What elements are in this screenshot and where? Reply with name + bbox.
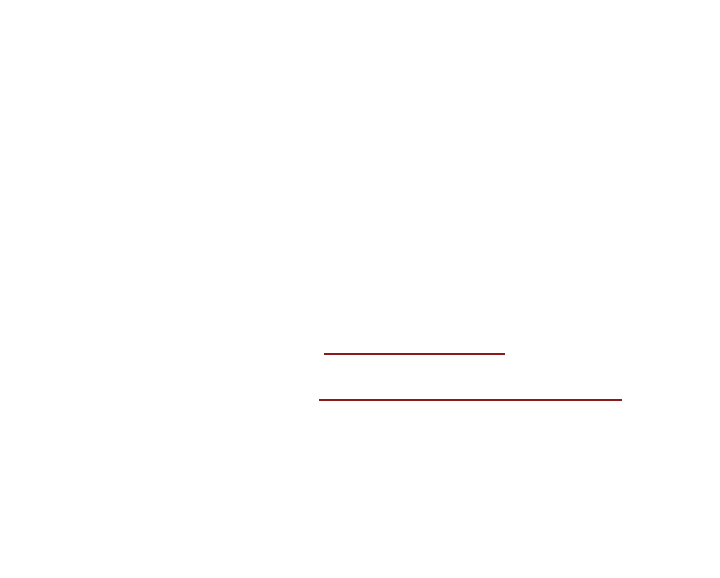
blank-page [0, 0, 720, 578]
text-entry-field[interactable] [324, 335, 505, 355]
text-entry-field-value[interactable] [324, 335, 505, 353]
text-entry-underline [324, 353, 505, 355]
text-entry-underline [319, 399, 622, 401]
text-entry-field-value[interactable] [319, 381, 622, 399]
text-entry-field[interactable] [319, 381, 622, 401]
